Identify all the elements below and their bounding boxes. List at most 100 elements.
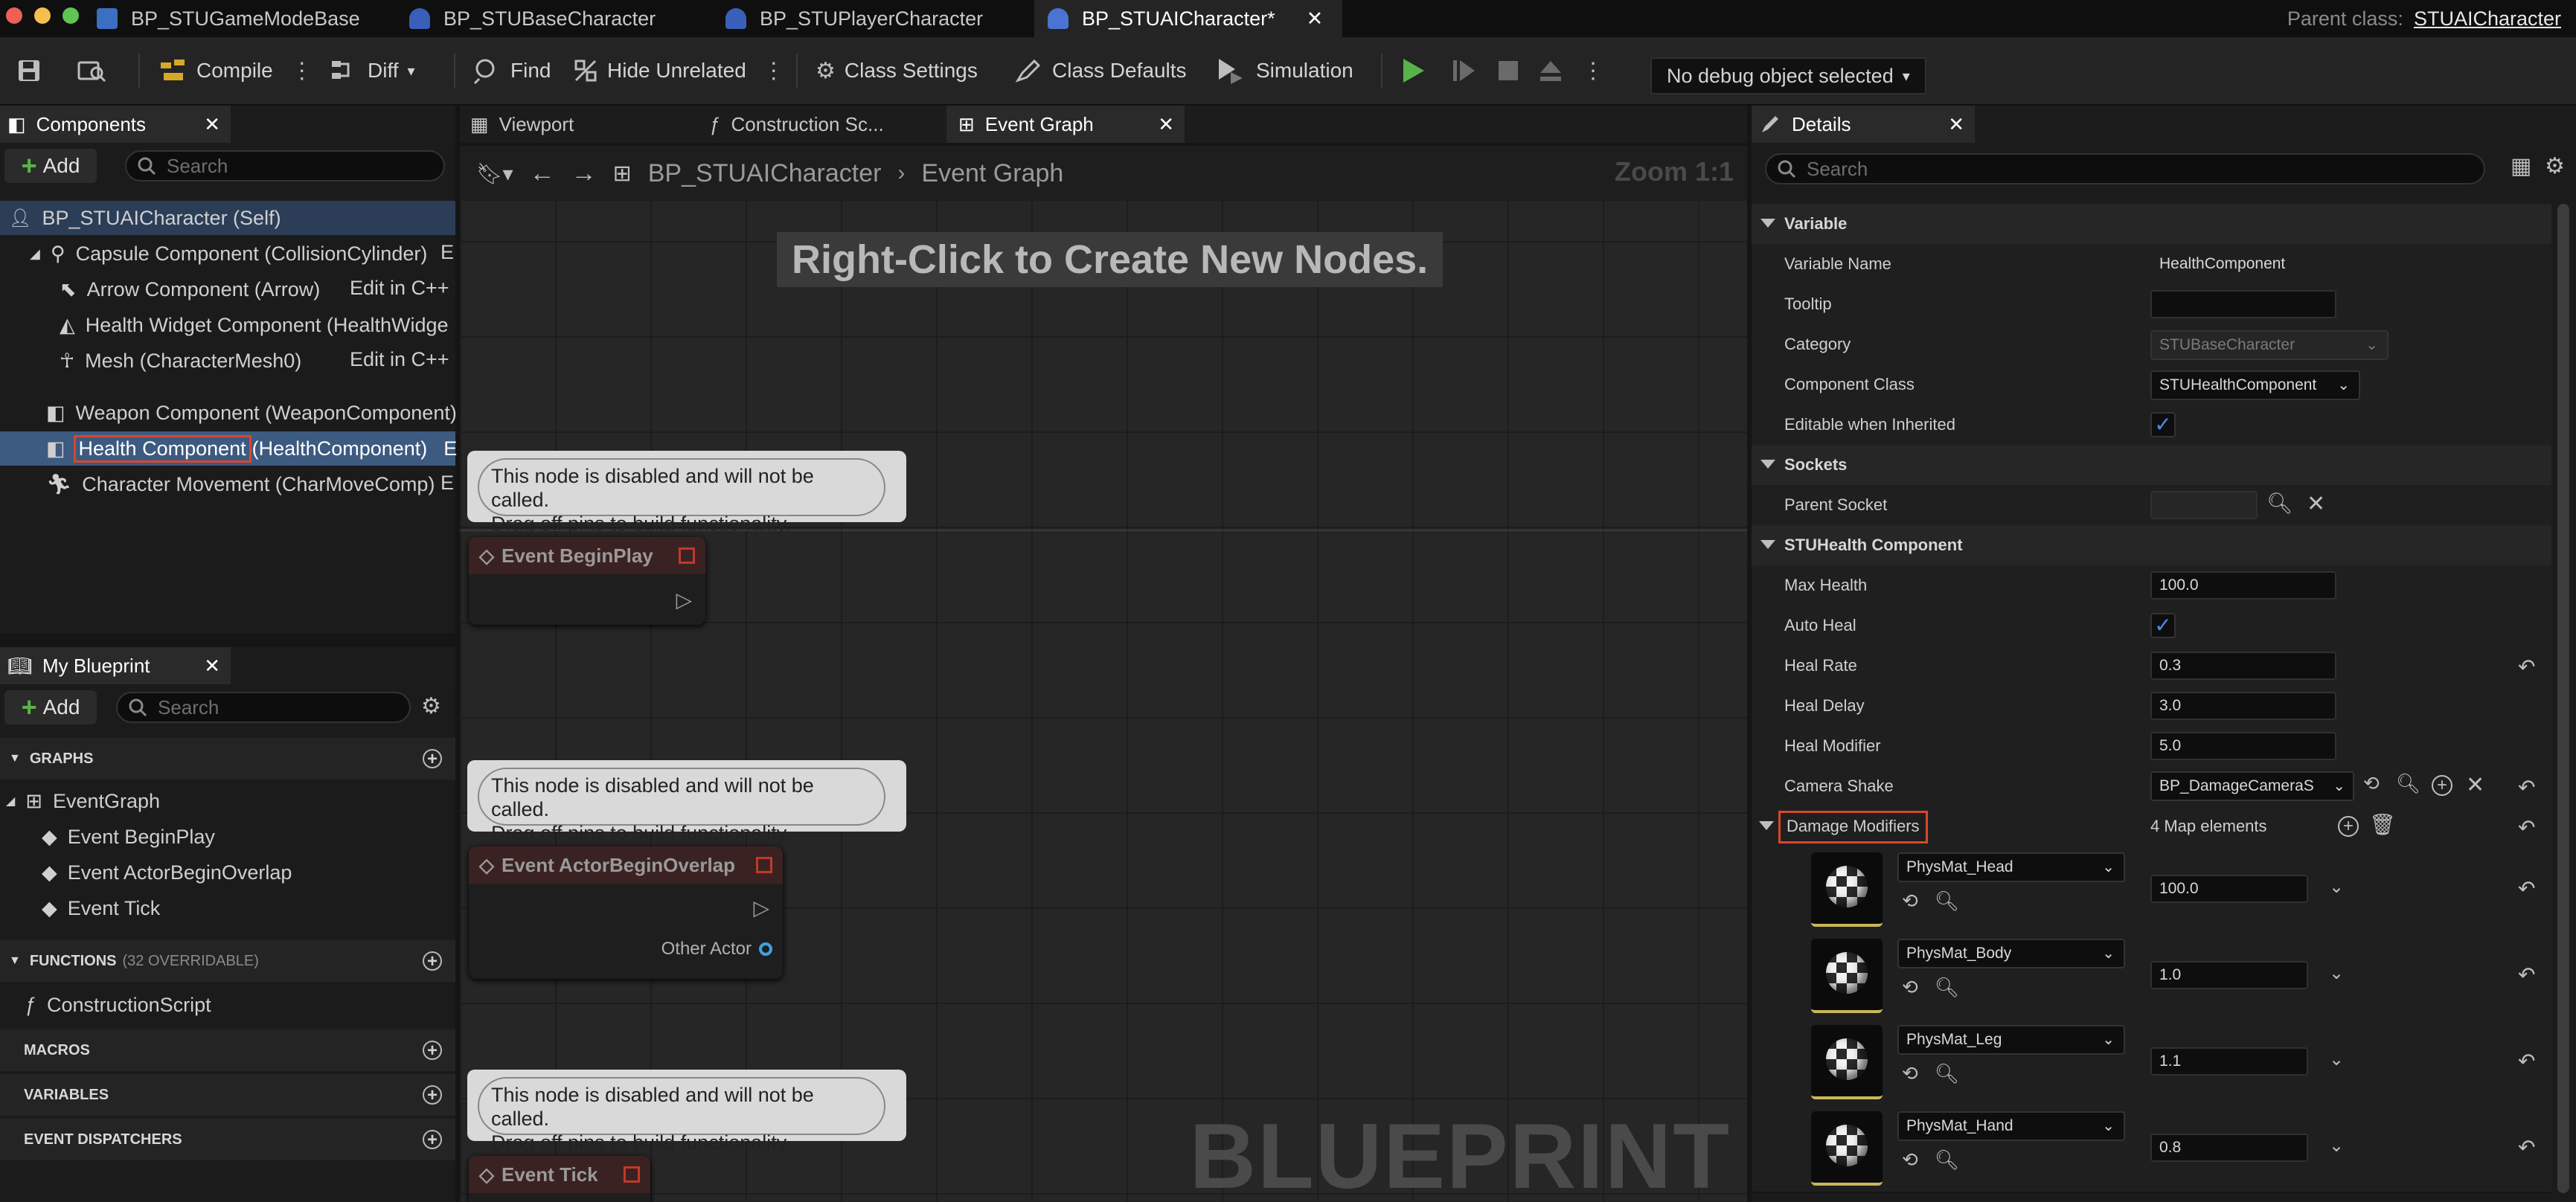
tab-my-blueprint[interactable]: 📖︎ My Blueprint ✕ <box>0 647 231 684</box>
map-key-dropdown[interactable]: PhysMat_Body ⌄ <box>1897 939 2125 968</box>
graphs-section-header[interactable]: ▼ GRAPHS + <box>0 738 455 780</box>
tab-details[interactable]: Details ✕ <box>1752 106 1975 143</box>
browse-icon[interactable]: 🔍︎ <box>1935 1148 1959 1172</box>
component-mesh[interactable]: ☥ Mesh (CharacterMesh0) <box>60 344 301 378</box>
eject-button[interactable] <box>1537 37 1564 104</box>
use-selected-icon[interactable]: ⟲ <box>1902 1062 1918 1085</box>
hide-unrelated-options-icon[interactable]: ⋮ <box>763 58 785 84</box>
play-button[interactable] <box>1399 37 1427 104</box>
section-sockets[interactable]: Sockets <box>1752 445 2551 486</box>
find-button[interactable]: Find <box>473 37 551 104</box>
simulation-button[interactable]: Simulation <box>1216 37 1353 104</box>
event-beginplay-node[interactable]: ◇ Event BeginPlay ▷ <box>469 537 705 625</box>
component-class-dropdown[interactable]: STUHealthComponent ⌄ <box>2150 370 2360 400</box>
other-actor-pin[interactable]: Other Actor <box>661 939 772 960</box>
close-tab-icon[interactable]: ✕ <box>1307 7 1324 30</box>
add-component-button[interactable]: + Add <box>4 149 97 183</box>
details-scrollbar[interactable] <box>2557 204 2569 1193</box>
tab-event-graph[interactable]: ⊞ Event Graph ✕ <box>946 106 1185 143</box>
class-settings-button[interactable]: ⚙ Class Settings <box>816 37 978 104</box>
add-icon[interactable]: + <box>2432 775 2452 796</box>
section-health-component[interactable]: STUHealth Component <box>1752 525 2551 567</box>
add-variable-icon[interactable]: + <box>423 1085 442 1105</box>
construction-script-item[interactable]: ƒ ConstructionScript <box>25 988 211 1022</box>
edit-in-cpp-link[interactable]: Edit in C++ <box>350 348 449 371</box>
use-selected-icon[interactable]: ⟲ <box>1902 1148 1918 1172</box>
browse-icon[interactable]: 🔍︎ <box>1935 1062 1959 1085</box>
chevron-down-icon[interactable]: ⌄ <box>2329 1049 2344 1070</box>
component-weapon[interactable]: ◧ Weapon Component (WeaponComponent) <box>46 396 457 430</box>
exec-pin-icon[interactable]: ▷ <box>753 896 769 920</box>
add-graph-icon[interactable]: + <box>423 749 442 768</box>
tab-construction-script[interactable]: ƒ Construction Sc... <box>710 106 933 143</box>
component-movement[interactable]: 🏃︎ Character Movement (CharMoveComp) <box>46 467 435 501</box>
event-item[interactable]: ◆ Event Tick <box>42 891 160 925</box>
reset-to-default-icon[interactable]: ↶ <box>2518 962 2535 987</box>
auto-heal-checkbox[interactable]: ✓ <box>2150 613 2176 638</box>
max-health-field[interactable]: 100.0 <box>2150 571 2336 600</box>
reset-to-default-icon[interactable]: ↶ <box>2518 1049 2535 1073</box>
edit-in-cpp-link[interactable]: E <box>443 437 457 460</box>
chevron-down-icon[interactable]: ⌄ <box>2329 876 2344 898</box>
reset-to-default-icon[interactable]: ↶ <box>2518 1135 2535 1160</box>
component-arrow[interactable]: ⬉ Arrow Component (Arrow) <box>60 272 320 306</box>
delegate-pin-icon[interactable] <box>679 547 695 564</box>
clear-icon[interactable]: ✕ <box>2307 491 2325 517</box>
category-dropdown[interactable]: STUBaseCharacter ⌄ <box>2150 330 2388 360</box>
chevron-down-icon[interactable] <box>1759 821 1774 830</box>
browse-icon[interactable]: 🔍︎ <box>1935 976 1959 999</box>
close-panel-icon[interactable]: ✕ <box>204 113 220 136</box>
reset-to-default-icon[interactable]: ↶ <box>2518 815 2535 840</box>
event-tick-node[interactable]: ◇ Event Tick <box>469 1156 650 1202</box>
delegate-pin-icon[interactable] <box>756 857 772 873</box>
table-view-icon[interactable]: ▦ <box>2511 153 2531 179</box>
components-search[interactable]: Search <box>125 150 445 181</box>
close-window-icon[interactable] <box>6 7 22 24</box>
edit-in-cpp-link[interactable]: Edit in C++ <box>350 277 449 300</box>
map-key-dropdown[interactable]: PhysMat_Leg ⌄ <box>1897 1025 2125 1055</box>
section-variable[interactable]: Variable <box>1752 204 2551 245</box>
event-item[interactable]: ◆ Event BeginPlay <box>42 820 215 854</box>
material-thumbnail[interactable] <box>1811 1025 1883 1099</box>
hide-unrelated-button[interactable]: Hide Unrelated ⋮ <box>573 37 785 104</box>
browse-button[interactable] <box>77 37 107 104</box>
debug-object-dropdown[interactable]: No debug object selected ▾ <box>1650 57 1926 94</box>
material-thumbnail[interactable] <box>1811 1111 1883 1186</box>
edit-in-cpp-link[interactable]: E <box>440 241 454 264</box>
reset-to-default-icon[interactable]: ↶ <box>2518 655 2535 679</box>
add-member-button[interactable]: + Add <box>4 690 97 724</box>
tooltip-field[interactable] <box>2150 290 2336 318</box>
map-value-field[interactable]: 0.8 <box>2150 1134 2308 1162</box>
component-self[interactable]: 👤︎ BP_STUAICharacter (Self) <box>0 201 455 235</box>
diff-button[interactable]: Diff ▾ <box>330 37 415 104</box>
chevron-down-icon[interactable]: ⌄ <box>2329 1135 2344 1157</box>
trash-icon[interactable]: 🗑︎ <box>2369 812 2396 837</box>
component-health-widget[interactable]: ◭ Health Widget Component (HealthWidge <box>60 308 449 342</box>
clear-icon[interactable]: ✕ <box>2466 772 2484 798</box>
component-capsule[interactable]: ◢ ⚲ Capsule Component (CollisionCylinder… <box>30 237 427 271</box>
heal-modifier-field[interactable]: 5.0 <box>2150 732 2336 760</box>
material-thumbnail[interactable] <box>1811 852 1883 927</box>
tab-ai-character[interactable]: BP_STUAICharacter* ✕ <box>1034 0 1342 37</box>
add-function-icon[interactable]: + <box>423 951 442 971</box>
edit-in-cpp-link[interactable]: E <box>440 472 454 495</box>
reset-to-default-icon[interactable]: ↶ <box>2518 876 2535 901</box>
use-selected-icon[interactable]: ⟲ <box>1902 976 1918 999</box>
graph-canvas[interactable]: 🔖︎▾ ← → ⊞ BP_STUAICharacter › Event Grap… <box>460 146 1747 1202</box>
gear-icon[interactable]: ⚙ <box>2545 153 2565 179</box>
close-panel-icon[interactable]: ✕ <box>1948 113 1964 136</box>
component-health[interactable]: ◧ Health Component (HealthComponent) E <box>0 431 457 466</box>
heal-delay-field[interactable]: 3.0 <box>2150 692 2336 720</box>
editable-inherited-checkbox[interactable]: ✓ <box>2150 412 2176 437</box>
variables-section-header[interactable]: VARIABLES + <box>0 1074 455 1116</box>
my-blueprint-search[interactable]: Search <box>116 692 411 723</box>
add-macro-icon[interactable]: + <box>423 1041 442 1060</box>
dispatchers-section-header[interactable]: EVENT DISPATCHERS + <box>0 1119 455 1160</box>
delegate-pin-icon[interactable] <box>624 1166 640 1183</box>
parent-class-link[interactable]: STUAICharacter <box>2414 7 2561 30</box>
browse-icon[interactable]: 🔍︎ <box>1935 890 1959 913</box>
event-actorbeginoverlap-node[interactable]: ◇ Event ActorBeginOverlap ▷ Other Actor <box>469 846 783 979</box>
event-item[interactable]: ◆ Event ActorBeginOverlap <box>42 855 292 890</box>
gear-icon[interactable]: ⚙ <box>421 693 441 719</box>
bookmark-icon[interactable]: 🔖︎▾ <box>476 161 513 186</box>
